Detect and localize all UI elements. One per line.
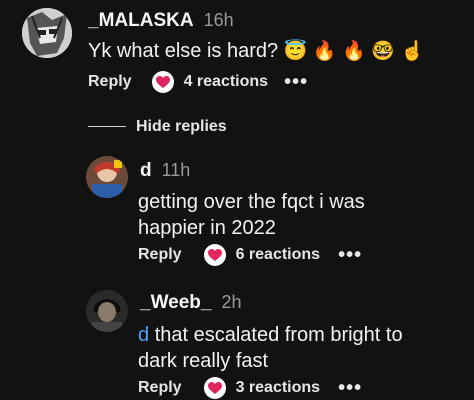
comment-header: d 11h: [140, 160, 190, 182]
username[interactable]: _MALASKA: [88, 10, 194, 31]
comment-text: getting over the fqct i was happier in 2…: [138, 191, 365, 239]
heart-reaction-icon[interactable]: [203, 377, 226, 399]
heart-reaction-icon[interactable]: [203, 244, 226, 266]
avatar-image-icon: [86, 290, 128, 332]
nerd-face-emoji-icon: 🤓: [371, 41, 396, 62]
heart-reaction-icon[interactable]: [151, 71, 174, 93]
more-options-button[interactable]: •••: [338, 244, 362, 267]
comment-text: d that escalated from bright to dark rea…: [138, 322, 438, 374]
reactions-count[interactable]: 4 reactions: [184, 73, 268, 91]
timestamp: 2h: [221, 292, 242, 312]
hide-replies-divider: [88, 126, 126, 127]
avatar-image-icon: [86, 156, 128, 198]
avatar-image-icon: [22, 8, 72, 58]
smiling-halo-emoji-icon: 😇: [283, 41, 308, 62]
comment-text: Yk what else is hard? 😇 🔥 🔥 🤓 ☝️: [88, 38, 424, 65]
fire-emoji-icon: 🔥: [342, 41, 366, 62]
more-options-button[interactable]: •••: [338, 377, 362, 400]
comment-actions: Reply 6 reactions •••: [138, 243, 362, 267]
comment-body: that escalated from bright to dark reall…: [138, 324, 403, 372]
avatar[interactable]: [86, 156, 128, 198]
reply-button[interactable]: Reply: [88, 73, 132, 91]
comment-body: Yk what else is hard?: [88, 40, 279, 62]
avatar[interactable]: [86, 290, 128, 332]
username[interactable]: d: [140, 160, 152, 181]
fire-emoji-icon: 🔥: [312, 41, 337, 62]
comment-actions: Reply 4 reactions •••: [88, 70, 308, 94]
hide-replies-button[interactable]: Hide replies: [136, 118, 227, 136]
mention-link[interactable]: d: [138, 324, 149, 346]
reply-button[interactable]: Reply: [138, 246, 182, 264]
timestamp: 11h: [161, 160, 191, 180]
reactions-count[interactable]: 3 reactions: [236, 379, 320, 397]
pointing-up-emoji-icon: ☝️: [400, 41, 425, 62]
reply-button[interactable]: Reply: [138, 379, 182, 397]
comment-header: _MALASKA 16h: [88, 10, 234, 32]
avatar[interactable]: [22, 8, 72, 58]
username[interactable]: _Weeb_: [140, 292, 211, 313]
comment-header: _Weeb_ 2h: [140, 292, 242, 314]
timestamp: 16h: [203, 10, 234, 30]
comment-actions: Reply 3 reactions •••: [138, 376, 362, 400]
more-options-button[interactable]: •••: [284, 71, 308, 94]
reactions-count[interactable]: 6 reactions: [236, 246, 320, 264]
